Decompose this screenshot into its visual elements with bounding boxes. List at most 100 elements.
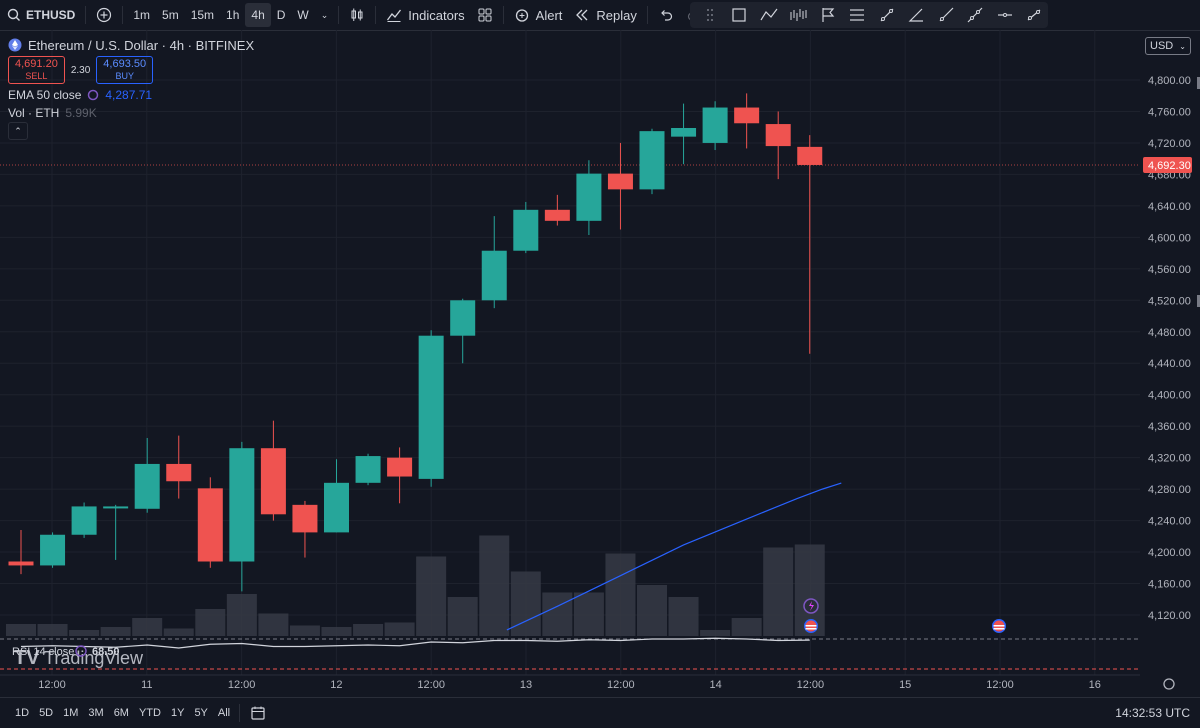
- gear-icon: [1163, 678, 1175, 690]
- rsi-value: 68.50: [92, 646, 120, 658]
- candle-body: [765, 124, 791, 147]
- indicator-settings-icon[interactable]: [87, 89, 99, 101]
- ema-legend[interactable]: EMA 50 close 4,287.71: [8, 86, 254, 104]
- candle: [607, 142, 633, 230]
- calendar-icon: [251, 706, 265, 720]
- ema-value: 4,287.71: [105, 88, 153, 102]
- range-6m[interactable]: 6M: [109, 707, 134, 719]
- volume-bar: [637, 585, 667, 636]
- range-1y[interactable]: 1Y: [166, 707, 189, 719]
- price-tick-label: 4,560.00: [1148, 264, 1191, 276]
- time-tick-label: 12:00: [797, 679, 825, 691]
- candle: [292, 500, 318, 558]
- candle-body: [134, 463, 160, 509]
- currency-selector[interactable]: USD ⌄: [1145, 37, 1191, 55]
- candle: [40, 532, 66, 568]
- volume-bar: [258, 613, 289, 636]
- symbol-info: Ethereum / U.S. Dollar · 4h · BITFINEX: [8, 36, 254, 54]
- candle-body: [229, 448, 255, 562]
- volume-bar: [37, 624, 68, 636]
- time-axis[interactable]: 12:00 11 12:00 12 12:00 13 12:00 14 12:00 15 12:00…: [38, 679, 1101, 691]
- candle-body: [103, 506, 129, 509]
- range-3m[interactable]: 3M: [83, 707, 108, 719]
- range-1m[interactable]: 1M: [58, 707, 83, 719]
- candle-body: [197, 488, 223, 562]
- candle: [765, 111, 791, 180]
- range-all[interactable]: All: [213, 707, 235, 719]
- event-icon-us-flag[interactable]: [992, 619, 1006, 633]
- volume-bar: [321, 627, 352, 636]
- price-tick-label: 4,640.00: [1148, 201, 1191, 213]
- event-icon-us-flag[interactable]: [804, 619, 818, 633]
- price-tick-label: 4,200.00: [1148, 547, 1191, 559]
- candle-body: [544, 209, 570, 221]
- time-tick-label: 12:00: [228, 679, 256, 691]
- volume-bars: [6, 535, 825, 636]
- sell-button[interactable]: 4,691.20 SELL: [8, 56, 65, 84]
- time-tick-label: 12:00: [417, 679, 445, 691]
- range-5y[interactable]: 5Y: [189, 707, 212, 719]
- price-tick-label: 4,240.00: [1148, 516, 1191, 528]
- candle-body: [71, 506, 97, 535]
- collapse-legend-button[interactable]: ⌃: [8, 122, 28, 140]
- candle-body: [387, 457, 413, 477]
- candle-body: [260, 448, 286, 515]
- volume-bar: [6, 624, 36, 636]
- go-to-date-button[interactable]: [244, 701, 272, 725]
- ema-label: EMA 50 close: [8, 88, 82, 102]
- range-1d[interactable]: 1D: [10, 707, 34, 719]
- candle: [450, 298, 476, 364]
- candle: [355, 453, 381, 486]
- volume-bar: [447, 597, 478, 636]
- candle: [387, 447, 413, 504]
- candle-body: [702, 107, 728, 143]
- range-5d[interactable]: 5D: [34, 707, 58, 719]
- clock[interactable]: 14:32:53 UTC: [1115, 706, 1200, 720]
- candle: [197, 477, 223, 568]
- time-axis-settings[interactable]: [1163, 678, 1175, 690]
- price-tick-label: 4,440.00: [1148, 358, 1191, 370]
- buy-button[interactable]: 4,693.50 BUY: [96, 56, 154, 84]
- candle: [134, 437, 160, 513]
- candle: [639, 128, 665, 195]
- price-tick-label: 4,760.00: [1148, 106, 1191, 118]
- volume-bar: [353, 624, 384, 636]
- rsi-label: RSI 14 close: [12, 646, 74, 658]
- volume-bar: [479, 535, 510, 636]
- event-icon-lightning[interactable]: [803, 598, 819, 614]
- range-ytd[interactable]: YTD: [134, 707, 166, 719]
- candle: [324, 459, 349, 533]
- volume-bar: [668, 597, 699, 636]
- volume-legend[interactable]: Vol · ETH 5.99K: [8, 104, 254, 122]
- time-tick-label: 16: [1089, 679, 1101, 691]
- volume-bar: [763, 547, 794, 636]
- rsi-line: [20, 637, 810, 649]
- range-group: 1D 5D 1M 3M 6M YTD 1Y 5Y All: [0, 707, 235, 719]
- price-tick-label: 4,160.00: [1148, 579, 1191, 591]
- symbol-title: Ethereum / U.S. Dollar · 4h · BITFINEX: [28, 37, 255, 53]
- price-tick-label: 4,720.00: [1148, 138, 1191, 150]
- price-tick-label: 4,120.00: [1148, 610, 1191, 622]
- time-tick-label: 14: [709, 679, 721, 691]
- candlestick-series: [8, 93, 823, 592]
- time-tick-label: 12: [330, 679, 342, 691]
- candle-body: [8, 561, 34, 566]
- time-tick-label: 15: [899, 679, 911, 691]
- volume-bar: [132, 618, 163, 636]
- buy-label: BUY: [115, 71, 134, 81]
- last-price-value: 4,692.30: [1148, 160, 1191, 172]
- candle-body: [734, 107, 760, 124]
- candle: [797, 135, 823, 354]
- candle-body: [671, 127, 697, 137]
- candle-body: [166, 463, 192, 482]
- volume-bar: [195, 609, 226, 636]
- volume-bar: [226, 594, 257, 636]
- volume-bar: [573, 592, 604, 636]
- currency-label: USD: [1150, 40, 1174, 52]
- chart-legend: Ethereum / U.S. Dollar · 4h · BITFINEX 4…: [8, 36, 254, 140]
- candle-body: [639, 131, 665, 190]
- candle-body: [292, 504, 318, 533]
- volume-bar: [163, 628, 194, 636]
- price-tick-label: 4,520.00: [1148, 295, 1191, 307]
- time-tick-label: 12:00: [607, 679, 635, 691]
